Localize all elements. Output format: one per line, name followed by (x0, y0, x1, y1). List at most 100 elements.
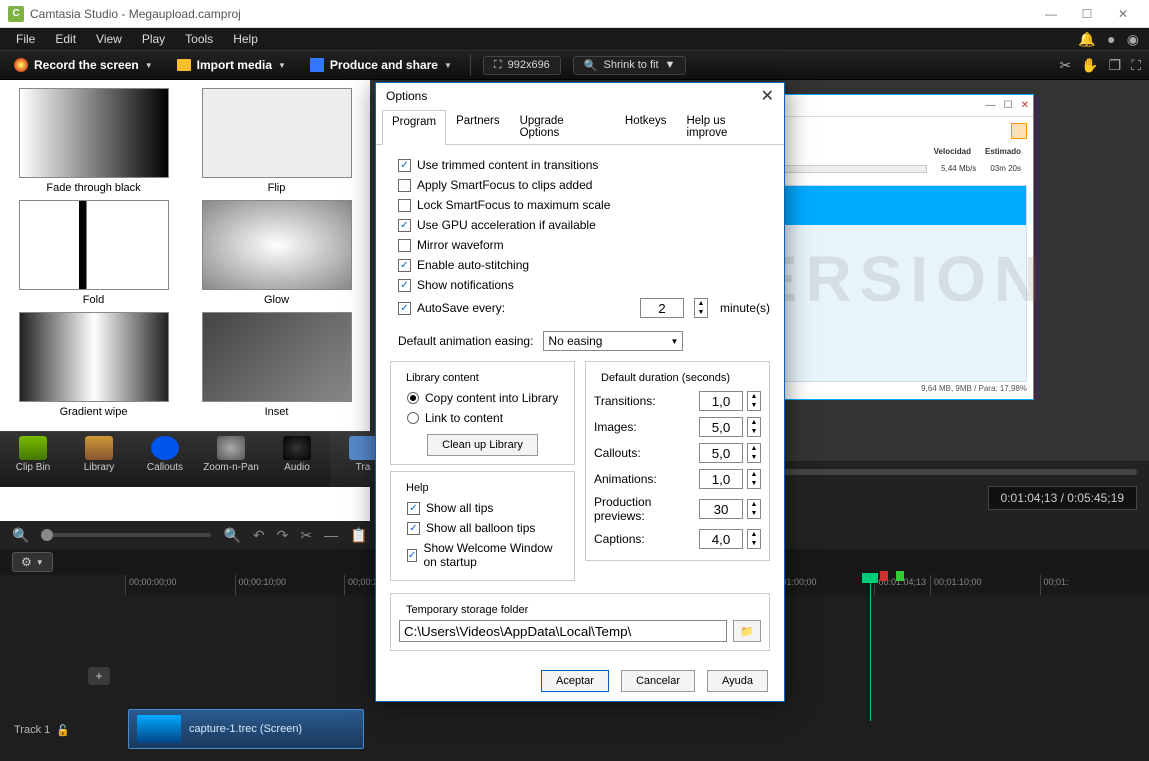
close-button[interactable]: ✕ (1105, 2, 1141, 26)
duration-input-3[interactable] (699, 469, 743, 489)
crop-icon[interactable]: ✂ (1059, 57, 1071, 74)
chk-trimmed[interactable] (398, 159, 411, 172)
pan-icon[interactable]: ✋ (1081, 57, 1098, 74)
notification-icon[interactable]: 🔔 (1078, 31, 1095, 47)
marker-in[interactable] (880, 571, 888, 581)
chk-smartfocus[interactable] (398, 179, 411, 192)
tab-program[interactable]: Program (382, 110, 446, 145)
autosave-stepper[interactable]: ▲▼ (694, 298, 708, 318)
tips-icon[interactable]: ● (1107, 31, 1115, 47)
duration-input-0[interactable] (699, 391, 743, 411)
transition-item[interactable]: Fade through black (8, 88, 179, 194)
duration-input-2[interactable] (699, 443, 743, 463)
cut-icon[interactable]: ✂ (300, 527, 312, 544)
radio-link-content[interactable] (407, 412, 419, 424)
transition-item[interactable]: Inset (191, 312, 362, 418)
browse-folder-button[interactable]: 📁 (733, 620, 761, 642)
ok-button[interactable]: Aceptar (541, 670, 609, 692)
track-label[interactable]: Track 1 🔓 (0, 724, 120, 737)
duration-label: Images: (594, 420, 637, 434)
tab-improve[interactable]: Help us improve (676, 109, 778, 144)
chk-welcome[interactable] (407, 549, 417, 562)
temp-folder-input[interactable] (399, 620, 727, 642)
chk-balloon-tips[interactable] (407, 522, 420, 535)
chk-autostitch[interactable] (398, 259, 411, 272)
dialog-title: Options (386, 89, 761, 103)
radio-copy-library[interactable] (407, 392, 419, 404)
chk-mirror[interactable] (398, 239, 411, 252)
split-icon[interactable]: ⎯⎯ (324, 527, 338, 544)
chk-lock-smartfocus[interactable] (398, 199, 411, 212)
tab-upgrade[interactable]: Upgrade Options (510, 109, 615, 144)
produce-share-button[interactable]: Produce and share▼ (304, 56, 458, 74)
import-media-button[interactable]: Import media▼ (171, 56, 292, 74)
lock-icon[interactable]: 🔓 (56, 724, 70, 737)
app-icon: C (8, 6, 24, 22)
record-screen-button[interactable]: Record the screen▼ (8, 56, 159, 74)
menu-file[interactable]: File (6, 30, 45, 48)
timecode: 0:01:04;13 / 0:05:45;19 (988, 486, 1137, 510)
transition-item[interactable]: Glow (191, 200, 362, 306)
duration-input-1[interactable] (699, 417, 743, 437)
menu-play[interactable]: Play (132, 30, 175, 48)
menu-view[interactable]: View (86, 30, 132, 48)
timeline-settings-dropdown[interactable]: ⚙▼ (12, 552, 53, 572)
transition-item[interactable]: Flip (191, 88, 362, 194)
add-track-button[interactable]: + (88, 667, 110, 685)
easing-select[interactable]: No easing▼ (543, 331, 683, 351)
zoom-fit-dropdown[interactable]: 🔍 Shrink to fit▼ (573, 56, 687, 75)
duration-input-5[interactable] (699, 529, 743, 549)
tab-zoom[interactable]: Zoom-n-Pan (198, 432, 264, 487)
minimize-button[interactable]: — (1033, 2, 1069, 26)
cleanup-library-button[interactable]: Clean up Library (427, 434, 538, 456)
zoom-out-icon[interactable]: 🔍 (12, 527, 29, 544)
marker-out[interactable] (896, 571, 904, 581)
tab-hotkeys[interactable]: Hotkeys (615, 109, 677, 144)
duration-stepper[interactable]: ▲▼ (747, 417, 761, 437)
chk-autosave[interactable] (398, 302, 411, 315)
chk-notifications[interactable] (398, 279, 411, 292)
clip-thumbnail (137, 715, 181, 743)
tab-callouts[interactable]: Callouts (132, 432, 198, 487)
tab-audio[interactable]: Audio (264, 432, 330, 487)
undo-icon[interactable]: ↶ (253, 527, 265, 544)
chk-show-tips[interactable] (407, 502, 420, 515)
chk-gpu[interactable] (398, 219, 411, 232)
tab-clipbin[interactable]: Clip Bin (0, 432, 66, 487)
tab-partners[interactable]: Partners (446, 109, 509, 144)
zoom-in-icon[interactable]: 🔍 (223, 527, 240, 544)
produce-icon (310, 58, 324, 72)
transition-item[interactable]: Gradient wipe (8, 312, 179, 418)
tab-library[interactable]: Library (66, 432, 132, 487)
fullscreen-icon[interactable]: ⛶ (1131, 57, 1141, 74)
help-icon[interactable]: ◉ (1127, 31, 1139, 47)
folder-icon: 📁 (740, 625, 754, 638)
duration-stepper[interactable]: ▲▼ (747, 499, 761, 519)
duration-label: Production previews: (594, 495, 695, 523)
duration-input-4[interactable] (699, 499, 743, 519)
duration-label: Transitions: (594, 394, 656, 408)
cancel-button[interactable]: Cancelar (621, 670, 695, 692)
zoom-slider[interactable] (41, 533, 211, 537)
duration-stepper[interactable]: ▲▼ (747, 391, 761, 411)
help-button[interactable]: Ayuda (707, 670, 768, 692)
duration-label: Captions: (594, 532, 645, 546)
duration-stepper[interactable]: ▲▼ (747, 529, 761, 549)
duration-stepper[interactable]: ▲▼ (747, 469, 761, 489)
menu-edit[interactable]: Edit (45, 30, 86, 48)
transition-item[interactable]: Fold (8, 200, 179, 306)
maximize-button[interactable]: ☐ (1069, 2, 1105, 26)
canvas-dimensions[interactable]: ⛶ 992x696 (483, 56, 561, 75)
redo-icon[interactable]: ↷ (277, 527, 289, 544)
menu-help[interactable]: Help (223, 30, 268, 48)
tool-tabs: Clip Bin Library Callouts Zoom-n-Pan Aud… (0, 431, 370, 487)
detach-icon[interactable]: ❐ (1109, 57, 1122, 74)
window-title: Camtasia Studio - Megaupload.camproj (30, 7, 1033, 21)
duration-stepper[interactable]: ▲▼ (747, 443, 761, 463)
dialog-close-button[interactable]: ✕ (761, 86, 774, 106)
autosave-value[interactable] (640, 298, 684, 318)
menu-tools[interactable]: Tools (175, 30, 223, 48)
folder-icon (177, 59, 191, 71)
copy-icon[interactable]: 📋 (350, 527, 367, 544)
timeline-clip[interactable]: capture-1.trec (Screen) (128, 709, 364, 749)
